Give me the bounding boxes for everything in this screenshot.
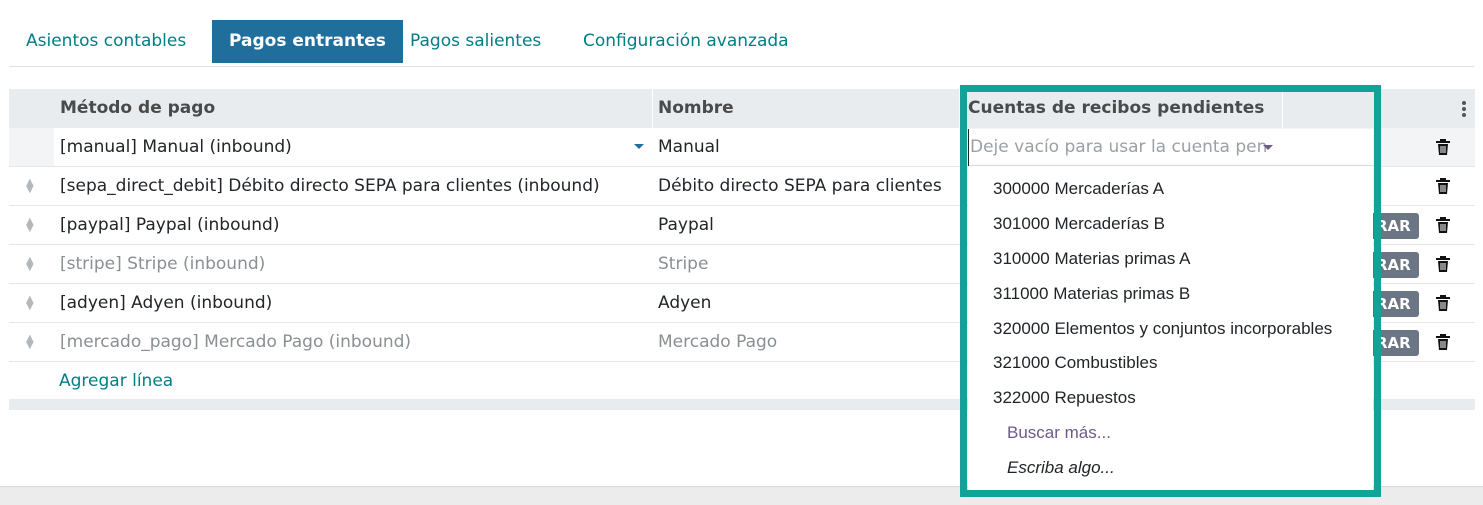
tab-asientos-contables[interactable]: Asientos contables — [9, 20, 203, 63]
trash-icon[interactable] — [1435, 294, 1451, 312]
highlight-frame — [960, 85, 1381, 497]
column-header-method[interactable]: Método de pago — [60, 89, 215, 128]
trash-icon[interactable] — [1435, 255, 1451, 273]
optional-columns-icon[interactable] — [1462, 101, 1466, 117]
tab-pagos-entrantes[interactable]: Pagos entrantes — [212, 20, 403, 63]
row-name: Adyen — [658, 293, 712, 313]
row-method: [adyen] Adyen (inbound) — [60, 293, 273, 313]
row-name: Paypal — [658, 215, 714, 235]
drag-handle-icon[interactable]: ▲ ▼ — [26, 295, 36, 312]
tab-configuracion-avanzada[interactable]: Configuración avanzada — [566, 20, 806, 63]
method-select[interactable]: [manual] Manual (inbound) — [54, 128, 653, 166]
row-name: Stripe — [658, 254, 709, 274]
row-method: [paypal] Paypal (inbound) — [60, 215, 280, 235]
column-header-name[interactable]: Nombre — [658, 89, 734, 128]
row-method: [mercado_pago] Mercado Pago (inbound) — [60, 332, 412, 352]
chevron-down-icon[interactable] — [634, 144, 644, 149]
name-field[interactable]: Manual — [653, 128, 963, 166]
tab-pagos-salientes[interactable]: Pagos salientes — [393, 20, 558, 63]
trash-icon[interactable] — [1435, 177, 1451, 195]
add-line-link[interactable]: Agregar línea — [59, 362, 173, 400]
trash-icon[interactable] — [1435, 216, 1451, 234]
column-divider — [652, 89, 653, 128]
drag-handle-icon[interactable]: ▲ ▼ — [26, 178, 36, 195]
drag-handle-icon[interactable]: ▲ ▼ — [26, 334, 36, 351]
row-name: Mercado Pago — [658, 332, 778, 352]
row-method: [stripe] Stripe (inbound) — [60, 254, 266, 274]
method-select-value: [manual] Manual (inbound) — [60, 137, 292, 157]
trash-icon[interactable] — [1435, 138, 1451, 156]
notebook-tabs: Asientos contables Pagos entrantes Pagos… — [9, 20, 1474, 67]
trash-icon[interactable] — [1435, 333, 1451, 351]
drag-handle-icon[interactable]: ▲ ▼ — [26, 217, 36, 234]
row-name: Débito directo SEPA para clientes — [658, 176, 942, 196]
drag-handle-icon[interactable]: ▲ ▼ — [26, 256, 36, 273]
row-method: [sepa_direct_debit] Débito directo SEPA … — [60, 176, 600, 196]
